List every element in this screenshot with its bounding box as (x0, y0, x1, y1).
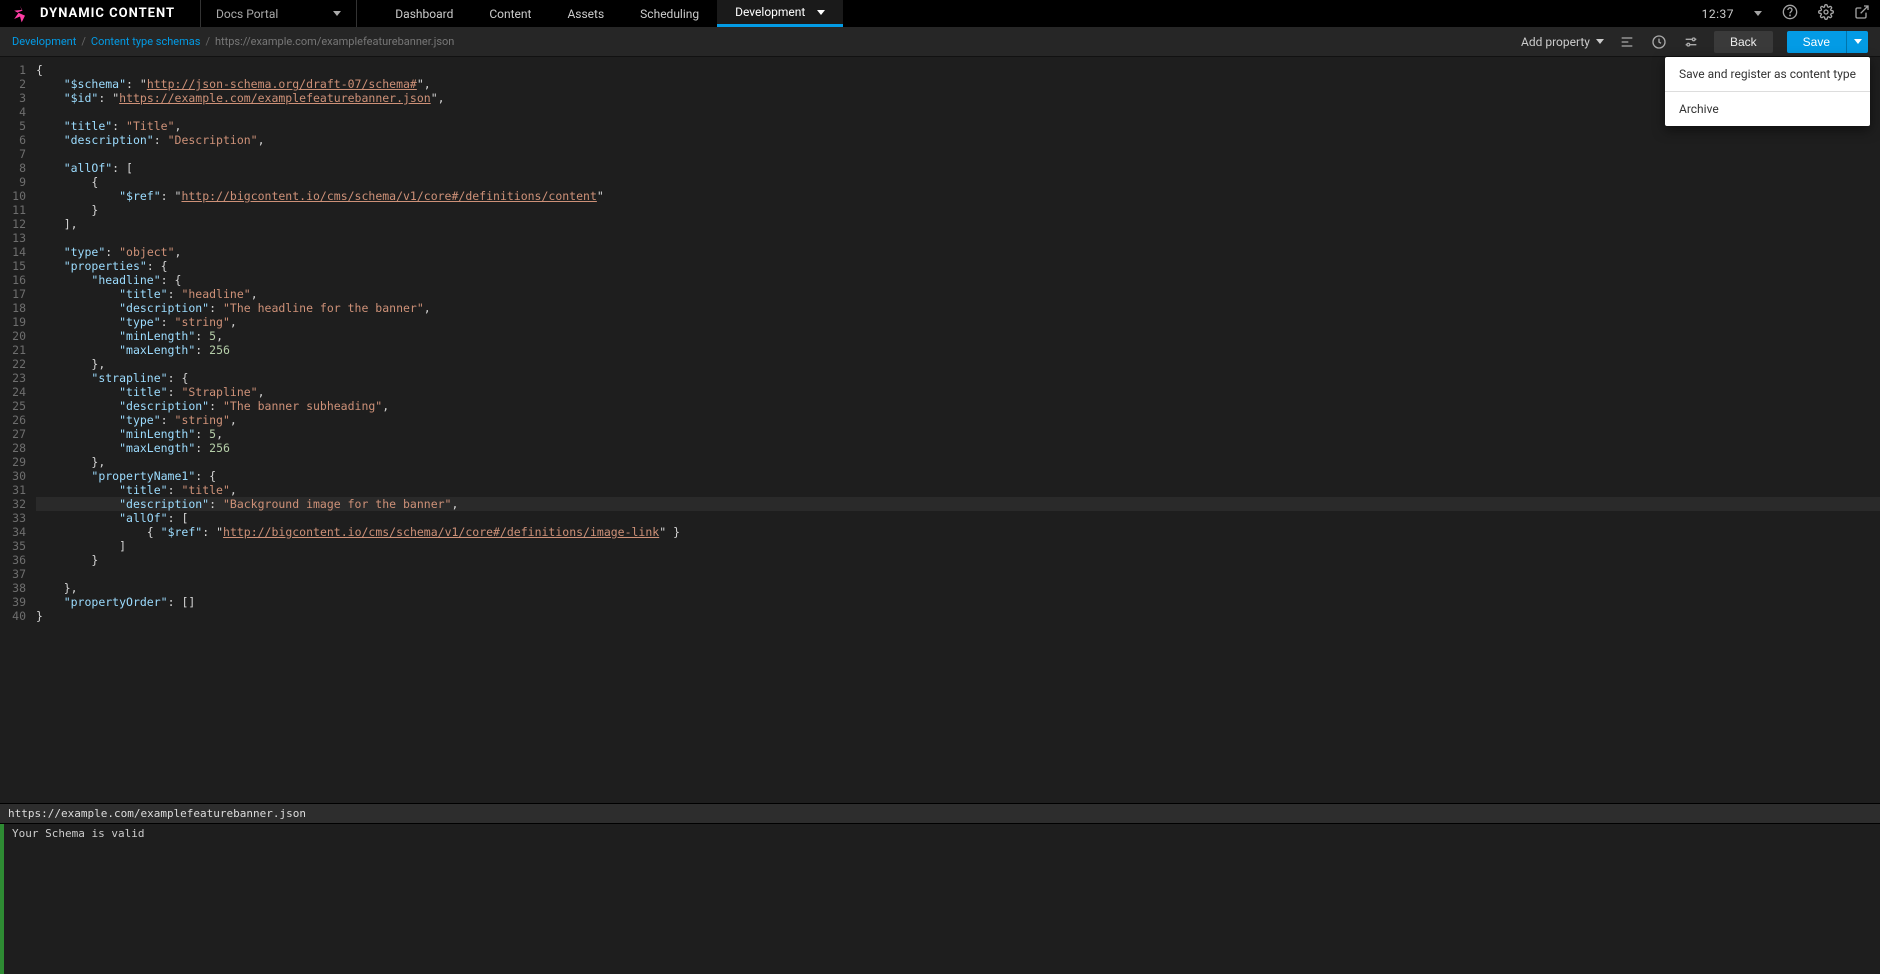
brand-title: DYNAMIC CONTENT (40, 6, 175, 21)
code-line[interactable]: }, (36, 357, 1880, 371)
code-line[interactable]: "type": "string", (36, 315, 1880, 329)
code-line[interactable]: "maxLength": 256 (36, 343, 1880, 357)
code-line[interactable]: "headline": { (36, 273, 1880, 287)
breadcrumb-file: https://example.com/examplefeaturebanner… (215, 35, 454, 48)
archive-menuitem[interactable]: Archive (1665, 92, 1870, 126)
settings-sliders-icon[interactable] (1682, 33, 1700, 51)
open-external-icon[interactable] (1854, 4, 1870, 23)
validation-tab[interactable]: https://example.com/examplefeaturebanner… (0, 803, 1880, 824)
code-line[interactable]: "title": "headline", (36, 287, 1880, 301)
code-editor[interactable]: 1234567891011121314151617181920212223242… (0, 57, 1880, 803)
save-register-menuitem[interactable]: Save and register as content type (1665, 57, 1870, 91)
back-button[interactable]: Back (1714, 31, 1773, 53)
hub-label: Docs Portal (216, 7, 278, 21)
code-line[interactable]: "propertyName1": { (36, 469, 1880, 483)
validation-message: Your Schema is valid (0, 824, 1880, 974)
save-dropdown-toggle[interactable] (1846, 31, 1868, 53)
code-line[interactable]: { (36, 175, 1880, 189)
code-line[interactable]: "$schema": "http://json-schema.org/draft… (36, 77, 1880, 91)
code-line[interactable]: "description": "The headline for the ban… (36, 301, 1880, 315)
topbar: DYNAMIC CONTENT Docs Portal DashboardCon… (0, 0, 1880, 27)
code-line[interactable]: "type": "string", (36, 413, 1880, 427)
nav-assets[interactable]: Assets (549, 0, 622, 27)
code-line[interactable]: ] (36, 539, 1880, 553)
code-line[interactable]: "description": "The banner subheading", (36, 399, 1880, 413)
breadcrumb-development[interactable]: Development (12, 35, 76, 48)
format-icon[interactable] (1618, 33, 1636, 51)
validation-panel: https://example.com/examplefeaturebanner… (0, 803, 1880, 974)
chevron-down-icon (1854, 39, 1862, 44)
code-line[interactable] (36, 231, 1880, 245)
nav-dashboard[interactable]: Dashboard (377, 0, 471, 27)
line-gutter: 1234567891011121314151617181920212223242… (0, 57, 36, 803)
chevron-down-icon (1596, 39, 1604, 44)
subbar-actions: Add property Back Save (1521, 31, 1868, 53)
nav-content[interactable]: Content (471, 0, 549, 27)
code-line[interactable]: }, (36, 455, 1880, 469)
code-line[interactable]: }, (36, 581, 1880, 595)
clock: 12:37 (1702, 7, 1734, 21)
code-line[interactable]: "title": "Title", (36, 119, 1880, 133)
chevron-down-icon (817, 10, 825, 15)
code-line[interactable]: { (36, 63, 1880, 77)
main-nav: DashboardContentAssetsSchedulingDevelopm… (377, 0, 843, 27)
breadcrumb-schemas[interactable]: Content type schemas (91, 35, 201, 48)
code-line[interactable]: ], (36, 217, 1880, 231)
add-property-button[interactable]: Add property (1521, 35, 1604, 49)
nav-scheduling[interactable]: Scheduling (622, 0, 717, 27)
code-line[interactable]: } (36, 203, 1880, 217)
code-line[interactable]: "propertyOrder": [] (36, 595, 1880, 609)
code-line[interactable]: "type": "object", (36, 245, 1880, 259)
gear-icon[interactable] (1818, 4, 1834, 23)
topbar-right: 12:37 (1702, 4, 1870, 23)
code-line[interactable]: "allOf": [ (36, 161, 1880, 175)
code-line[interactable]: { "$ref": "http://bigcontent.io/cms/sche… (36, 525, 1880, 539)
code-line[interactable]: } (36, 553, 1880, 567)
code-line[interactable]: "title": "Strapline", (36, 385, 1880, 399)
code-line[interactable]: "$ref": "http://bigcontent.io/cms/schema… (36, 189, 1880, 203)
save-button-group: Save (1787, 31, 1868, 53)
code-line[interactable]: } (36, 609, 1880, 623)
subbar: Development / Content type schemas / htt… (0, 27, 1880, 57)
code-line[interactable]: "maxLength": 256 (36, 441, 1880, 455)
code-line[interactable]: "description": "Background image for the… (36, 497, 1880, 511)
save-button[interactable]: Save (1787, 31, 1846, 53)
help-icon[interactable] (1782, 4, 1798, 23)
chevron-down-icon[interactable] (1754, 11, 1762, 16)
code-line[interactable] (36, 147, 1880, 161)
add-property-label: Add property (1521, 35, 1590, 49)
code-line[interactable]: "properties": { (36, 259, 1880, 273)
code-line[interactable] (36, 105, 1880, 119)
code-line[interactable]: "strapline": { (36, 371, 1880, 385)
code-line[interactable]: "minLength": 5, (36, 427, 1880, 441)
code-line[interactable]: "description": "Description", (36, 133, 1880, 147)
save-dropdown-menu: Save and register as content type Archiv… (1665, 57, 1870, 126)
chevron-down-icon (333, 11, 341, 16)
code-line[interactable]: "allOf": [ (36, 511, 1880, 525)
code-line[interactable]: "$id": "https://example.com/examplefeatu… (36, 91, 1880, 105)
hub-switcher[interactable]: Docs Portal (200, 0, 357, 27)
history-icon[interactable] (1650, 33, 1668, 51)
nav-development[interactable]: Development (717, 0, 843, 27)
code-line[interactable]: "title": "title", (36, 483, 1880, 497)
brand-logo-icon (10, 4, 30, 24)
code-line[interactable] (36, 567, 1880, 581)
code-line[interactable]: "minLength": 5, (36, 329, 1880, 343)
code-content[interactable]: { "$schema": "http://json-schema.org/dra… (36, 57, 1880, 803)
